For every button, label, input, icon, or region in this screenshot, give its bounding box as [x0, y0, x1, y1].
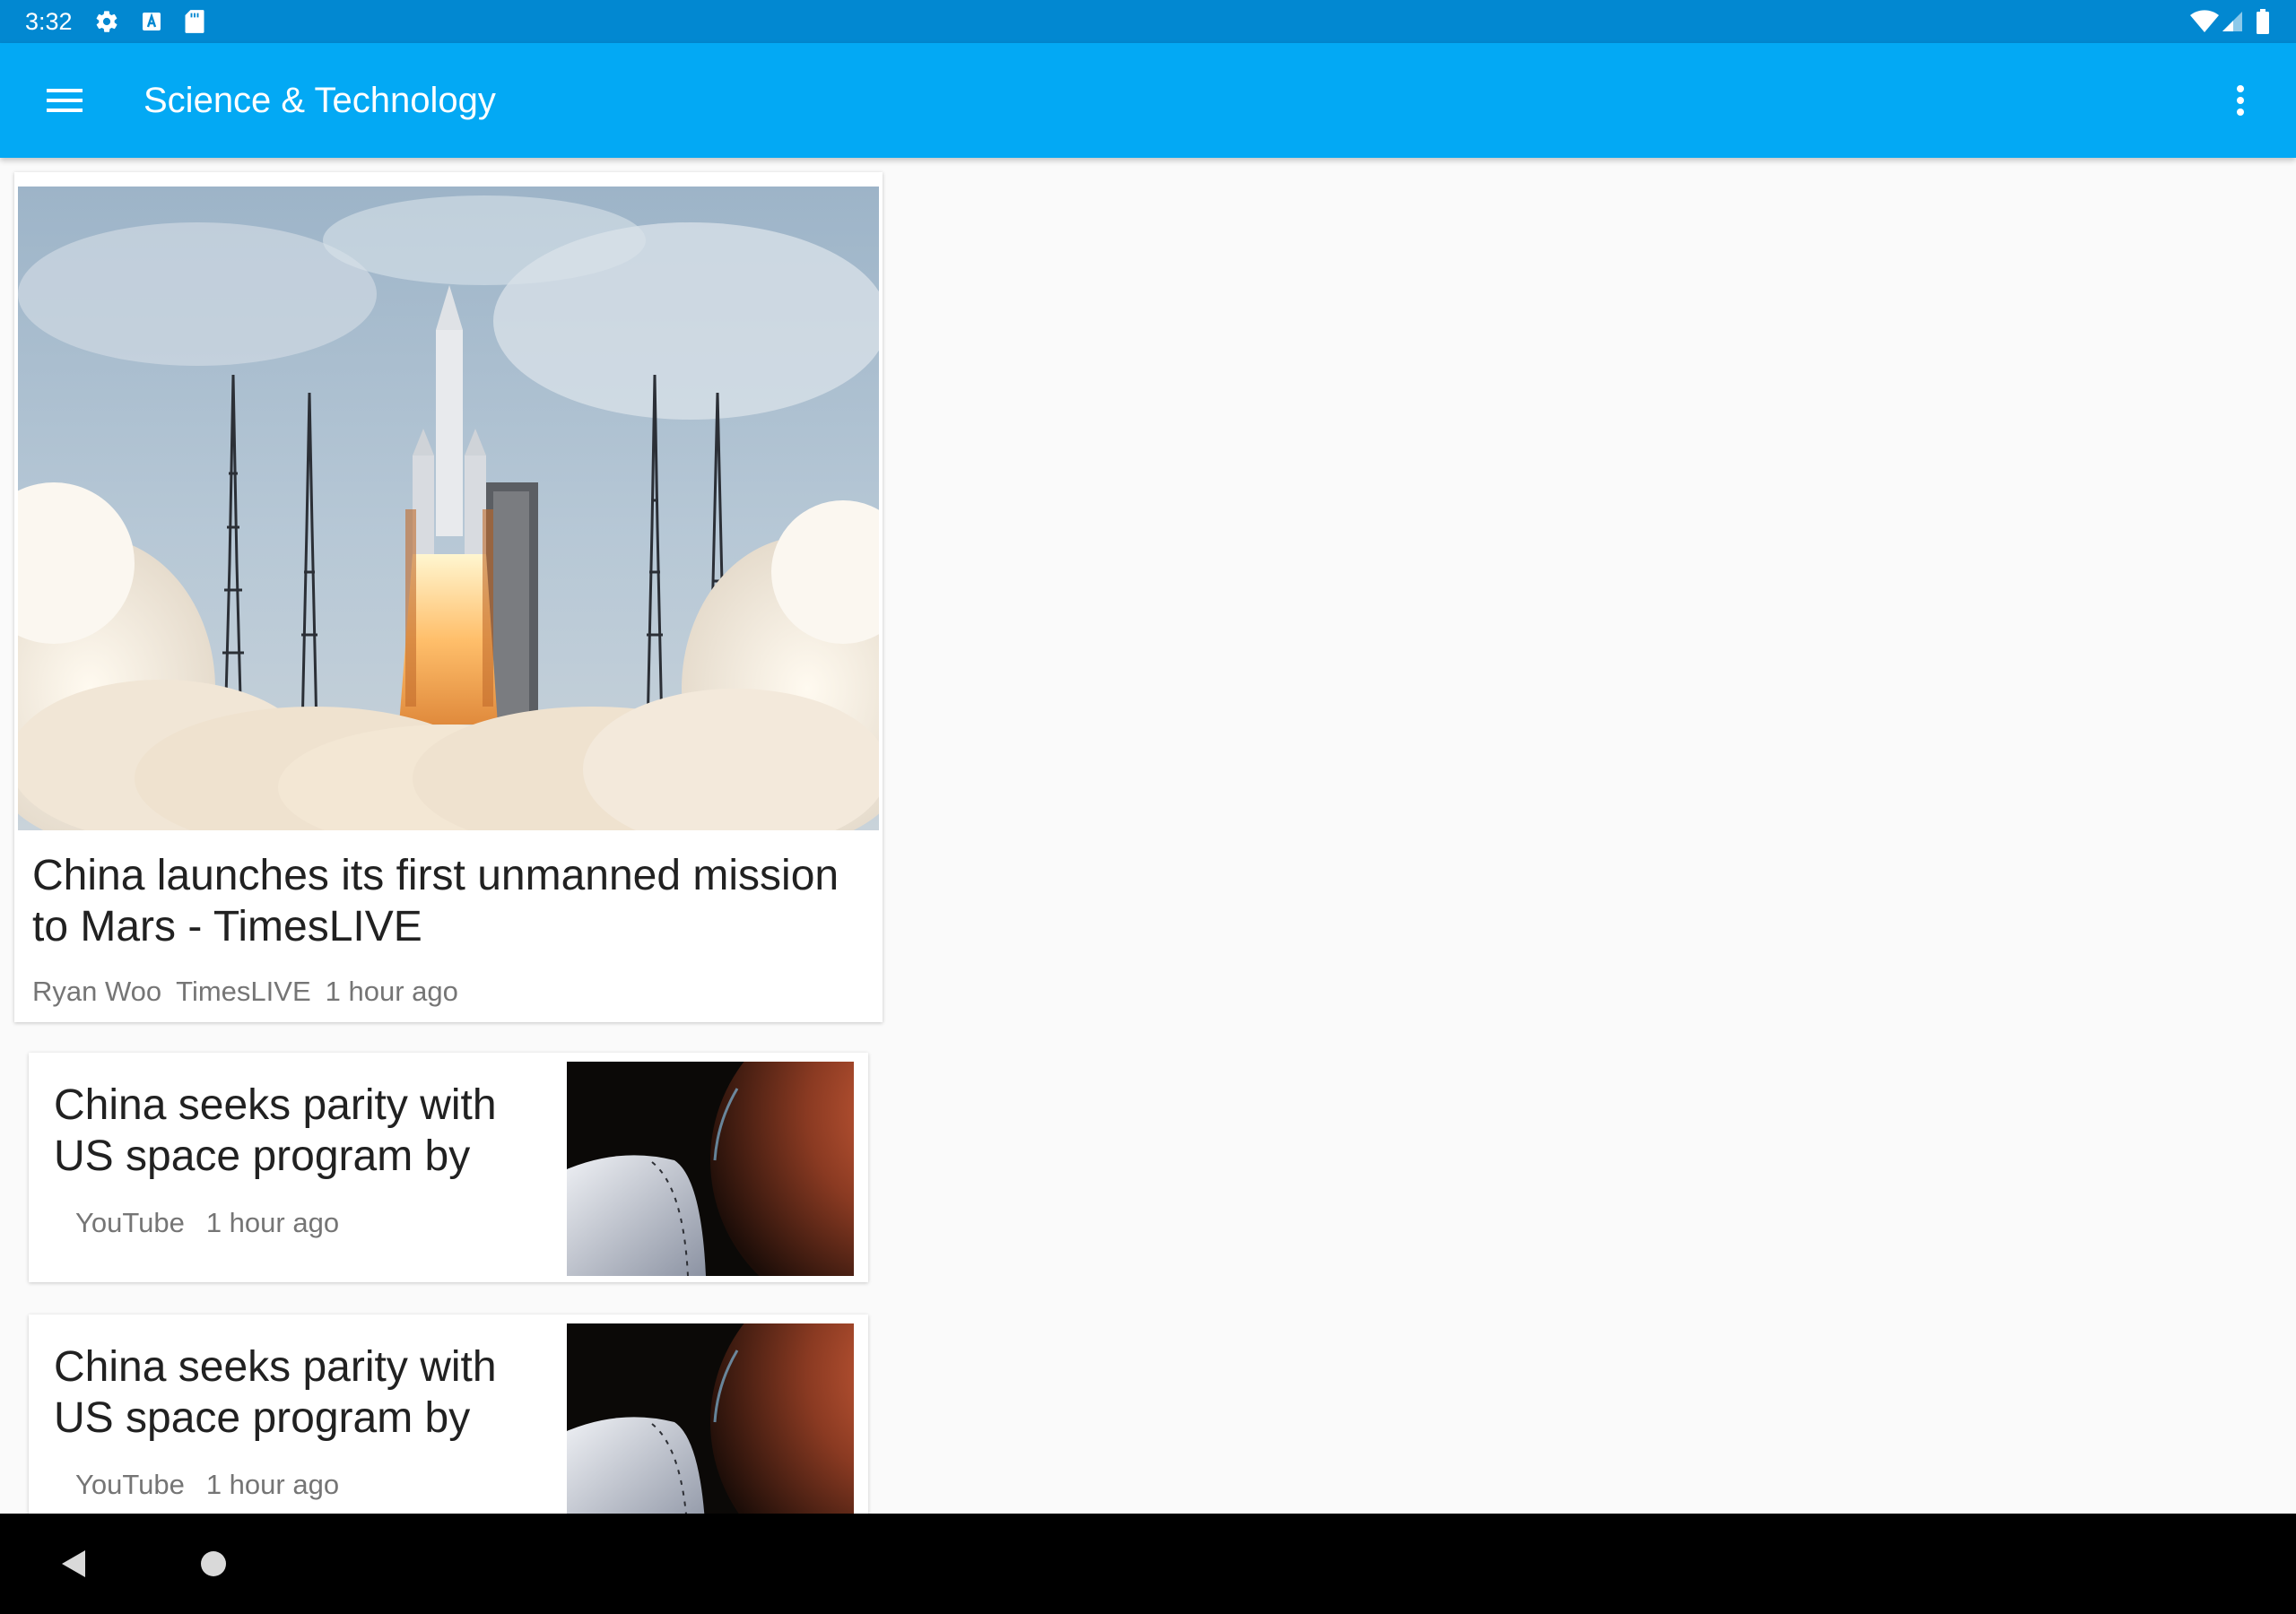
- page-title: Science & Technology: [144, 81, 496, 120]
- status-time: 3:32: [25, 8, 73, 35]
- article-card-featured[interactable]: China launches its first unmanned missio…: [14, 172, 883, 1022]
- article-source: TimesLIVE: [176, 976, 311, 1007]
- article-time: 1 hour ago: [205, 1207, 340, 1238]
- back-icon[interactable]: [50, 1540, 97, 1587]
- article-source: YouTube: [75, 1469, 185, 1500]
- battery-icon: [2249, 8, 2276, 35]
- article-title[interactable]: China seeks parity with US space program…: [54, 1080, 556, 1182]
- article-author: Ryan Woo: [32, 976, 162, 1007]
- article-source: YouTube: [75, 1207, 185, 1238]
- article-time: 1 hour ago: [325, 976, 458, 1007]
- article-meta: Ryan Woo TimesLIVE 1 hour ago: [32, 976, 458, 1008]
- article-title[interactable]: China seeks parity with US space program…: [54, 1341, 556, 1444]
- text-box-icon: [138, 8, 165, 35]
- hamburger-menu-icon[interactable]: [32, 74, 97, 127]
- app-bar: Science & Technology: [0, 43, 2296, 158]
- article-meta: YouTube 1 hour ago: [75, 1469, 339, 1501]
- rocket-launch-photo: [18, 187, 879, 830]
- navigation-bar: [0, 1514, 2296, 1614]
- mars-spacecraft-thumbnail: [567, 1062, 854, 1276]
- wifi-icon: [2188, 8, 2221, 35]
- article-title[interactable]: China launches its first unmanned missio…: [32, 850, 866, 952]
- more-vert-icon[interactable]: [2213, 74, 2267, 127]
- sd-card-icon: [181, 8, 208, 35]
- cell-signal-icon: [2219, 8, 2246, 35]
- article-time: 1 hour ago: [205, 1469, 340, 1500]
- article-meta: YouTube 1 hour ago: [75, 1207, 339, 1239]
- article-card[interactable]: China seeks parity with US space program…: [29, 1053, 868, 1282]
- gear-icon: [93, 8, 120, 35]
- article-list[interactable]: China launches its first unmanned missio…: [0, 158, 2296, 1514]
- status-bar: 3:32: [0, 0, 2296, 43]
- mars-spacecraft-thumbnail: [567, 1323, 854, 1514]
- article-card[interactable]: China seeks parity with US space program…: [29, 1315, 868, 1514]
- home-icon[interactable]: [190, 1540, 237, 1587]
